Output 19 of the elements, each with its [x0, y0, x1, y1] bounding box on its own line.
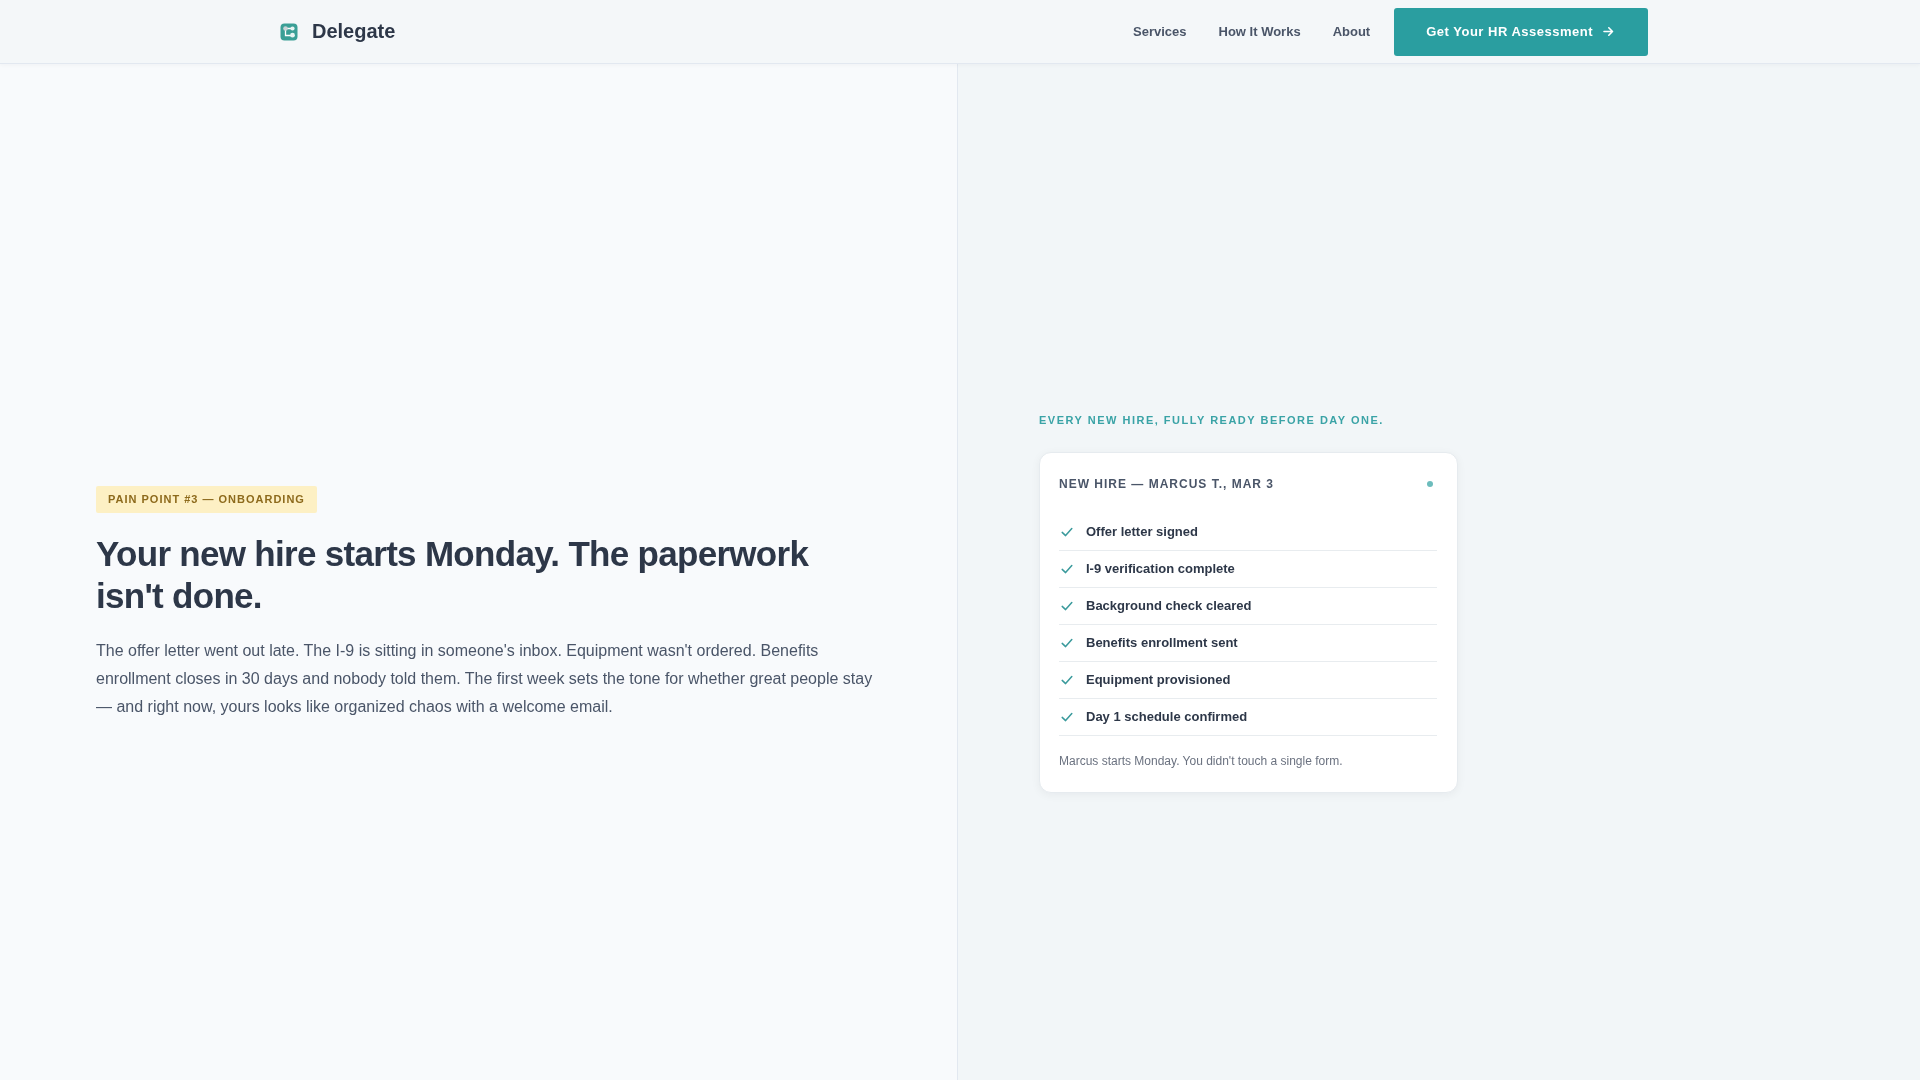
checklist-item: Day 1 schedule confirmed	[1086, 709, 1248, 725]
checklist-item: Offer letter signed	[1086, 524, 1198, 540]
card-title: NEW HIRE — MARCUS T., MAR 3	[1059, 476, 1274, 492]
card-footnote: Marcus starts Monday. You didn't touch a single form.	[1059, 753, 1344, 769]
network-nodes-logo-icon	[280, 22, 298, 41]
checklist-item: I-9 verification complete	[1086, 561, 1235, 577]
checklist-item: Background check cleared	[1086, 598, 1252, 614]
status-dot-icon	[1427, 481, 1433, 487]
checklist-item: Equipment provisioned	[1086, 672, 1231, 688]
pain-point-badge: PAIN POINT #3 — ONBOARDING	[96, 485, 317, 513]
nav-link[interactable]: Services	[1133, 24, 1187, 39]
checklist-item: Benefits enrollment sent	[1086, 635, 1238, 651]
section-tagline: EVERY NEW HIRE, FULLY READY BEFORE DAY ONE.	[1039, 413, 1384, 428]
nav-link[interactable]: How It Works	[1218, 24, 1301, 39]
hero-headline: Your new hire starts Monday. The paperwork isn't done.	[96, 532, 810, 617]
hero-paragraph: The offer letter went out late. The I-9 is sitting in someone's inbox. Equipment wasn't ordered. Benefits enrollment closes in 30 days and nobody told them. The first week sets the tone for whether great people stay — and right now, yours looks like organized chaos with a welcome email.	[96, 640, 874, 717]
brand-name: Delegate	[312, 20, 396, 43]
nav-link[interactable]: About	[1332, 24, 1371, 39]
arrow-right-icon	[1603, 26, 1614, 37]
